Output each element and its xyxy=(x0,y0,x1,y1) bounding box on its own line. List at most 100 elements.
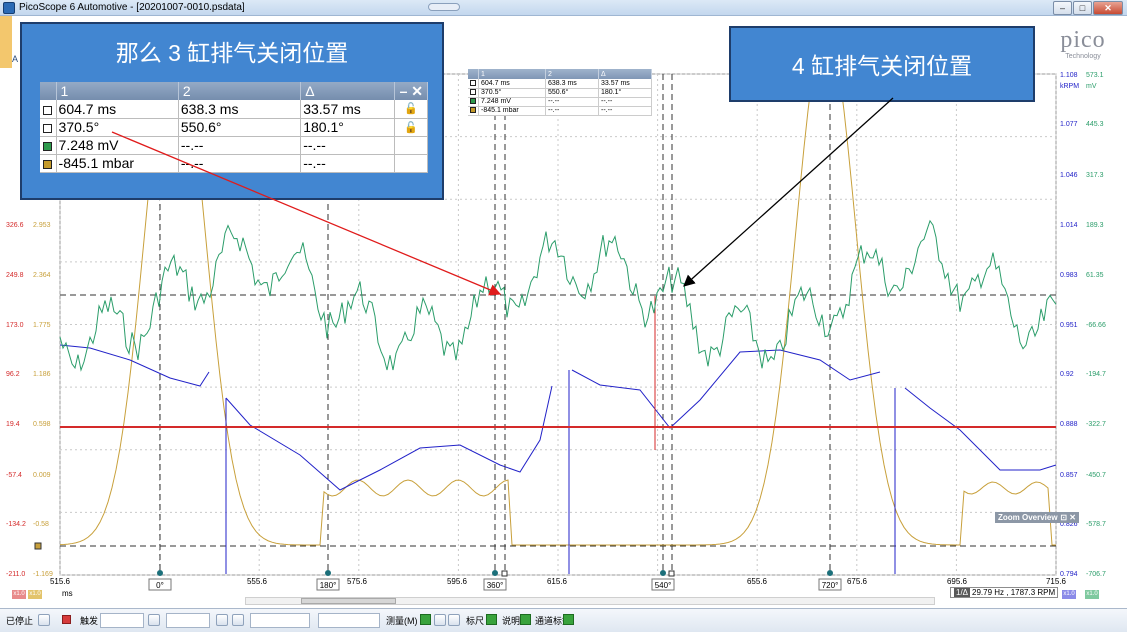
measurements-table-small[interactable]: 1 2 Δ 604.7 ms 638.3 ms 33.57 ms 370.5° … xyxy=(468,69,652,116)
cell: 33.57 ms xyxy=(300,100,396,119)
trigger-level-input[interactable] xyxy=(250,613,310,628)
swatch-icon xyxy=(43,159,52,169)
falling-edge-button[interactable] xyxy=(232,614,244,626)
delete-measurement-icon[interactable] xyxy=(448,614,460,626)
zoom-overview-close-icon[interactable]: ⊡ ✕ xyxy=(1060,512,1076,523)
time-tick-label: 675.6 xyxy=(847,577,868,586)
cell: 7.248 mV xyxy=(478,97,547,107)
col-blank xyxy=(468,69,479,79)
cell: --.-- xyxy=(545,106,599,116)
horizontal-scrollbar[interactable] xyxy=(245,597,935,605)
zoom-overview-panel[interactable]: Zoom Overview ⊡ ✕ xyxy=(995,512,1079,523)
axis-tick-green: -322.7 xyxy=(1086,421,1106,428)
add-measurement-icon[interactable] xyxy=(420,614,431,625)
cell: --.-- xyxy=(178,154,302,173)
description-icon[interactable] xyxy=(520,614,531,625)
table-row: 604.7 ms 638.3 ms 33.57 ms xyxy=(468,79,652,89)
ruler-handle xyxy=(668,570,675,577)
axis-tick-red: -57.4 xyxy=(6,472,22,479)
axis-tick-blue: 0.951 xyxy=(1060,322,1078,329)
table-close-icon[interactable]: – ✕ xyxy=(394,82,428,100)
cell xyxy=(394,154,428,173)
trigger-source-select[interactable] xyxy=(166,613,210,628)
axis-tick-red: 96.2 xyxy=(6,371,20,378)
axis-tick-blue: 1.046 xyxy=(1060,172,1078,179)
table-row: 370.5° 550.6° 180.1° 🔓 xyxy=(40,118,428,137)
axis-tick-blue: 0.888 xyxy=(1060,421,1078,428)
time-tick-label: 515.6 xyxy=(50,577,71,586)
angle-marker-dot xyxy=(660,570,666,576)
cell: 604.7 ms xyxy=(478,79,547,89)
unlock-icon[interactable]: 🔓 xyxy=(394,100,428,119)
frequency-prefix: 1/Δ xyxy=(954,588,971,597)
axis-tick-red: 173.0 xyxy=(6,322,24,329)
axis-tick-red: 326.6 xyxy=(6,222,24,229)
axis-tick-red: -211.0 xyxy=(6,571,25,578)
time-tick-label: 695.6 xyxy=(947,577,968,586)
time-tick-label: 615.6 xyxy=(547,577,568,586)
time-tick-label: 715.6 xyxy=(1046,577,1067,586)
cell: 7.248 mV xyxy=(56,136,179,155)
swatch-icon xyxy=(43,141,52,151)
col-ruler-2: 2 xyxy=(545,69,599,79)
angle-marker-label: 720° xyxy=(822,581,839,590)
play-button[interactable] xyxy=(38,614,50,626)
annotation-text: 4 缸排气关闭位置 xyxy=(791,53,973,79)
unlock-icon[interactable]: 🔓 xyxy=(394,118,428,137)
col-ruler-1: 1 xyxy=(478,69,547,79)
cell: 638.3 ms xyxy=(178,100,302,119)
measurements-table[interactable]: 1 2 Δ – ✕ 604.7 ms 638.3 ms 33.57 ms 🔓 3… xyxy=(40,82,428,173)
cell: 638.3 ms xyxy=(545,79,599,89)
axis-tick-green: 445.3 xyxy=(1086,121,1104,128)
swatch-icon xyxy=(470,89,476,96)
angle-marker-label: 180° xyxy=(320,581,337,590)
axis-tick-red: 19.4 xyxy=(6,421,20,428)
axis-tick-green: 317.3 xyxy=(1086,172,1104,179)
swatch-icon xyxy=(470,98,476,105)
stop-button[interactable] xyxy=(62,615,71,624)
swatch-icon xyxy=(43,105,52,115)
angle-marker-label: 360° xyxy=(487,581,504,590)
cell: 180.1° xyxy=(300,118,396,137)
table-row: 7.248 mV --.-- --.-- xyxy=(468,97,652,107)
angle-marker-dot xyxy=(827,570,833,576)
table-row: -845.1 mbar --.-- --.-- xyxy=(468,106,652,116)
rising-edge-button[interactable] xyxy=(216,614,228,626)
channel-a-scale-chip[interactable]: x1.0 xyxy=(12,590,26,599)
axis-tick-orange: 0.598 xyxy=(33,421,51,428)
axis-tick-red: -134.2 xyxy=(6,521,26,528)
ruler-icon[interactable] xyxy=(486,614,497,625)
time-tick-label: 595.6 xyxy=(447,577,468,586)
edit-measurement-icon[interactable] xyxy=(434,614,446,626)
measure-menu[interactable]: 测量(M) xyxy=(386,614,418,628)
axis-tick-green: -578.7 xyxy=(1086,521,1106,528)
ruler-label: 标尺 xyxy=(466,616,485,626)
table-row: 370.5° 550.6° 180.1° xyxy=(468,88,652,98)
channel-c-scale-chip[interactable]: x1.0 xyxy=(1062,590,1076,599)
axis-tick-green: -706.7 xyxy=(1086,571,1106,578)
channel-labels-icon[interactable] xyxy=(563,614,574,625)
axis-tick-orange: 1.186 xyxy=(33,371,51,378)
axis-tick-blue: 1.014 xyxy=(1060,222,1078,229)
cell: 370.5° xyxy=(478,88,547,98)
angle-marker-label: 540° xyxy=(655,581,672,590)
trigger-mode-select[interactable] xyxy=(100,613,144,628)
ruler-handle xyxy=(501,570,508,577)
time-tick-label: 575.6 xyxy=(347,577,368,586)
pre-trigger-input[interactable] xyxy=(318,613,380,628)
cell: -845.1 mbar xyxy=(56,154,179,173)
cell: -845.1 mbar xyxy=(478,106,547,116)
annotation-cyl4-exhaust-close: 4 缸排气关闭位置 xyxy=(729,26,1035,102)
status-bar: 已停止 触发 测量(M) 标尺 说明 通道标签 xyxy=(0,608,1127,632)
col-delta: Δ xyxy=(598,69,652,79)
channel-b-scale-chip[interactable]: x1.0 xyxy=(28,590,42,599)
cell: --.-- xyxy=(598,106,652,116)
cell: 550.6° xyxy=(545,88,599,98)
trigger-options-button[interactable] xyxy=(148,614,160,626)
scrollbar-thumb[interactable] xyxy=(301,598,396,604)
axis-tick-blue: 0.983 xyxy=(1060,272,1078,279)
axis-unit-blue: kRPM xyxy=(1060,83,1079,90)
channel-d-scale-chip[interactable]: x1.0 xyxy=(1085,590,1099,599)
frequency-value: 29.79 Hz , 1787.3 RPM xyxy=(972,588,1056,597)
status-stopped: 已停止 xyxy=(6,616,34,626)
